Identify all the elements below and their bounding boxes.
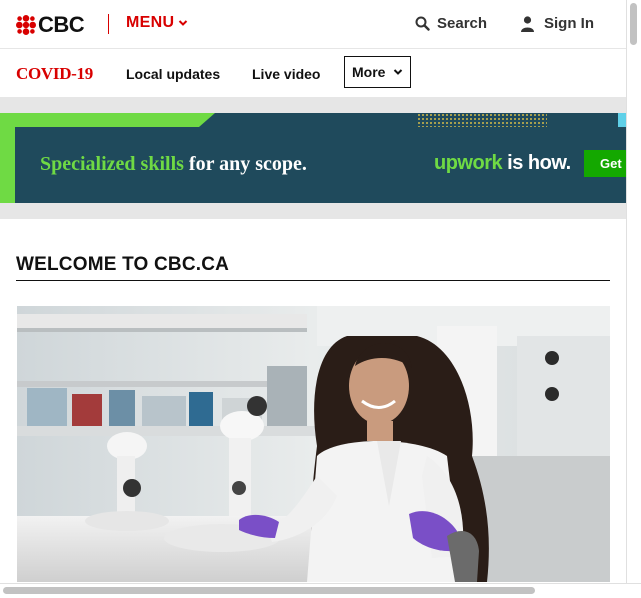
covid-19-link[interactable]: COVID-19 [16, 64, 93, 84]
ad-accent-stripe [15, 113, 215, 127]
feature-image[interactable] [17, 306, 610, 582]
search-label: Search [437, 15, 488, 32]
vertical-scrollbar-thumb[interactable] [630, 3, 637, 45]
cbc-gem-icon [16, 15, 36, 35]
local-updates-link[interactable]: Local updates [126, 66, 220, 82]
more-label: More [352, 64, 386, 80]
upwork-logo: upwork is how. [434, 152, 571, 175]
ad-cta-button[interactable]: Get [584, 150, 626, 177]
lab-scientist-photo [17, 306, 610, 582]
user-icon [521, 15, 534, 32]
section-title: WELCOME TO CBC.CA [16, 254, 230, 275]
chevron-down-icon [394, 69, 403, 75]
logo-text: CBC [38, 12, 85, 37]
header-divider [108, 14, 109, 34]
search-icon [415, 16, 430, 31]
ad-accent-corner [618, 113, 626, 127]
search-button[interactable]: Search [415, 15, 487, 32]
ad-headline: Specialized skills for any scope. [40, 153, 307, 176]
cbc-logo[interactable]: CBC [16, 12, 85, 37]
vertical-scrollbar[interactable] [626, 0, 641, 583]
sign-in-button[interactable]: Sign In [520, 15, 594, 32]
ad-headline-highlight: Specialized skills [40, 153, 184, 175]
ad-brand-tagline: is how. [502, 152, 571, 174]
menu-label: MENU [126, 14, 175, 31]
section-divider [16, 280, 610, 281]
chevron-down-icon [179, 20, 188, 26]
menu-button[interactable]: MENU [126, 14, 188, 32]
ad-brand-name: upwork [434, 152, 503, 174]
more-button[interactable]: More [344, 56, 411, 88]
live-video-link[interactable]: Live video [252, 66, 320, 82]
ad-headline-rest: for any scope. [183, 153, 307, 175]
ad-dot-pattern [417, 113, 547, 127]
sign-in-label: Sign In [544, 15, 594, 32]
horizontal-scrollbar-thumb[interactable] [3, 587, 535, 594]
ad-cta-label: Get [600, 156, 622, 171]
ad-accent-bar [0, 113, 15, 203]
